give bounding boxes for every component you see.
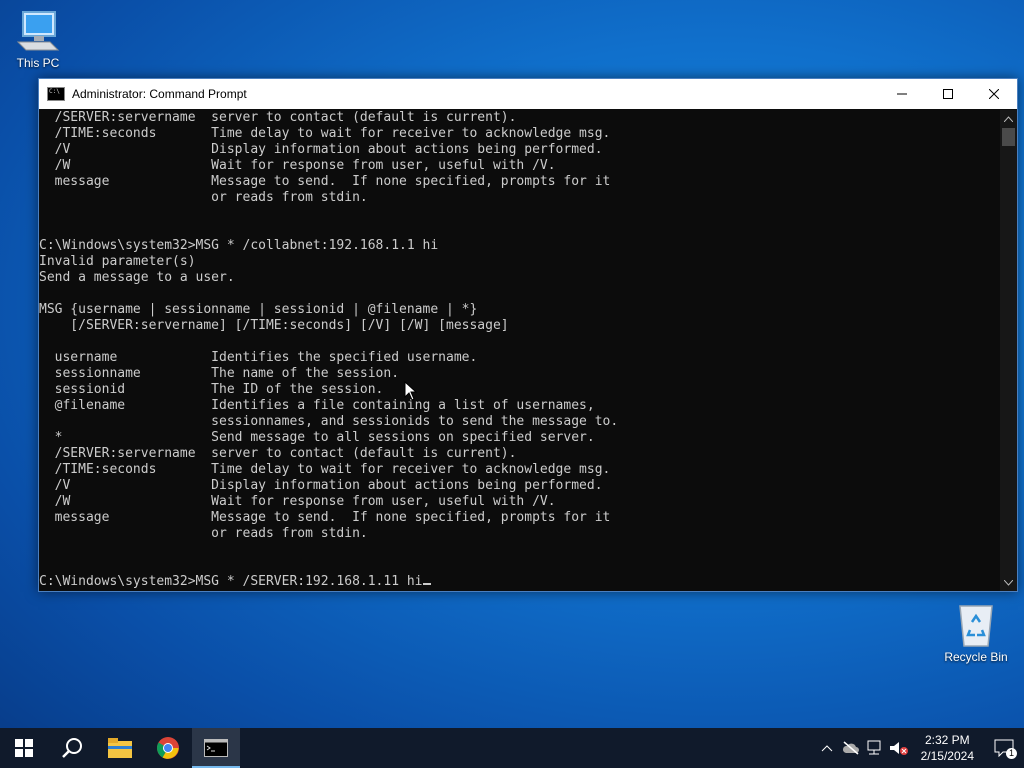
console-line: sessionname The name of the session. bbox=[39, 366, 400, 381]
recycle-bin-label: Recycle Bin bbox=[944, 650, 1008, 664]
start-icon bbox=[15, 739, 33, 757]
console-line: /SERVER:servername server to contact (de… bbox=[39, 110, 517, 125]
recycle-bin-desktop-icon[interactable]: Recycle Bin bbox=[942, 600, 1010, 664]
console-line: [/SERVER:servername] [/TIME:seconds] [/V… bbox=[39, 318, 509, 333]
start-button[interactable] bbox=[0, 728, 48, 768]
onedrive-tray-button[interactable] bbox=[839, 728, 863, 768]
console-line: /W Wait for response from user, useful w… bbox=[39, 494, 556, 509]
console-line: message Message to send. If none specifi… bbox=[39, 510, 611, 525]
console-line: /V Display information about actions bei… bbox=[39, 142, 603, 157]
clock[interactable]: 2:32 PM 2/15/2024 bbox=[911, 732, 984, 764]
console-line: Invalid parameter(s) bbox=[39, 254, 196, 269]
minimize-icon bbox=[897, 93, 907, 95]
text-cursor bbox=[422, 583, 431, 585]
clock-date: 2/15/2024 bbox=[920, 749, 974, 763]
scrollbar-thumb[interactable] bbox=[1002, 128, 1015, 146]
chevron-down-icon bbox=[1004, 579, 1013, 586]
volume-tray-button[interactable] bbox=[887, 728, 911, 768]
close-icon bbox=[989, 89, 999, 99]
taskbar: 2:32 PM 2/15/2024 1 bbox=[0, 728, 1024, 768]
maximize-icon bbox=[943, 89, 953, 99]
console-line: @filename Identifies a file containing a… bbox=[39, 398, 595, 413]
cloud-offline-icon bbox=[842, 741, 859, 755]
show-hidden-icons-button[interactable] bbox=[815, 728, 839, 768]
console-line: * Send message to all sessions on specif… bbox=[39, 430, 595, 445]
this-pc-desktop-icon[interactable]: This PC bbox=[6, 6, 70, 70]
console-line: MSG {username | sessionname | sessionid … bbox=[39, 302, 478, 317]
console-output[interactable]: /SERVER:servername server to contact (de… bbox=[39, 110, 1000, 591]
command-prompt-window[interactable]: Administrator: Command Prompt /SERVER:se… bbox=[38, 78, 1018, 592]
console-line: /TIME:seconds Time delay to wait for rec… bbox=[39, 462, 611, 477]
console-line: /TIME:seconds Time delay to wait for rec… bbox=[39, 126, 611, 141]
console-line: sessionnames, and sessionids to send the… bbox=[39, 414, 619, 429]
console-line: or reads from stdin. bbox=[39, 190, 368, 205]
console-line: /W Wait for response from user, useful w… bbox=[39, 158, 556, 173]
notification-count-badge: 1 bbox=[1005, 748, 1017, 759]
console-line: /V Display information about actions bei… bbox=[39, 478, 603, 493]
scroll-down-button[interactable] bbox=[1000, 574, 1017, 591]
title-bar[interactable]: Administrator: Command Prompt bbox=[39, 79, 1017, 109]
console-line: username Identifies the specified userna… bbox=[39, 350, 478, 365]
scroll-up-button[interactable] bbox=[1000, 110, 1017, 127]
command-prompt-taskbar-button[interactable] bbox=[192, 728, 240, 768]
mouse-pointer-icon bbox=[404, 381, 418, 401]
this-pc-label: This PC bbox=[16, 56, 60, 70]
window-title: Administrator: Command Prompt bbox=[72, 87, 247, 101]
recycle-bin-icon bbox=[952, 600, 1000, 648]
vertical-scrollbar[interactable] bbox=[1000, 110, 1017, 591]
network-tray-button[interactable] bbox=[863, 728, 887, 768]
search-button[interactable] bbox=[48, 728, 96, 768]
notification-center-button[interactable]: 1 bbox=[984, 728, 1024, 768]
console-input-line[interactable]: C:\Windows\system32>MSG * /SERVER:192.16… bbox=[39, 574, 1000, 590]
console-text: /SERVER:servername server to contact (de… bbox=[39, 110, 1000, 574]
command-prompt-icon bbox=[47, 87, 65, 101]
minimize-button[interactable] bbox=[879, 79, 925, 109]
volume-muted-icon bbox=[889, 742, 908, 755]
console-line: sessionid The ID of the session. bbox=[39, 382, 384, 397]
chrome-button[interactable] bbox=[144, 728, 192, 768]
close-button[interactable] bbox=[971, 79, 1017, 109]
chrome-icon bbox=[157, 737, 179, 759]
chevron-up-icon bbox=[1004, 115, 1013, 122]
console-line: or reads from stdin. bbox=[39, 526, 368, 541]
file-explorer-button[interactable] bbox=[96, 728, 144, 768]
network-icon bbox=[867, 740, 881, 755]
command-input-text: C:\Windows\system32>MSG * /SERVER:192.16… bbox=[39, 574, 423, 589]
console-line: message Message to send. If none specifi… bbox=[39, 174, 611, 189]
command-prompt-icon bbox=[204, 739, 228, 757]
search-icon bbox=[62, 738, 82, 758]
console-line: C:\Windows\system32>MSG * /collabnet:192… bbox=[39, 238, 439, 253]
computer-icon bbox=[14, 6, 62, 54]
system-tray: 2:32 PM 2/15/2024 1 bbox=[815, 728, 1024, 768]
chevron-up-icon bbox=[821, 745, 832, 752]
console-line: Send a message to a user. bbox=[39, 270, 235, 285]
clock-time: 2:32 PM bbox=[924, 733, 970, 747]
console-line: /SERVER:servername server to contact (de… bbox=[39, 446, 517, 461]
file-explorer-icon bbox=[108, 738, 132, 758]
maximize-button[interactable] bbox=[925, 79, 971, 109]
